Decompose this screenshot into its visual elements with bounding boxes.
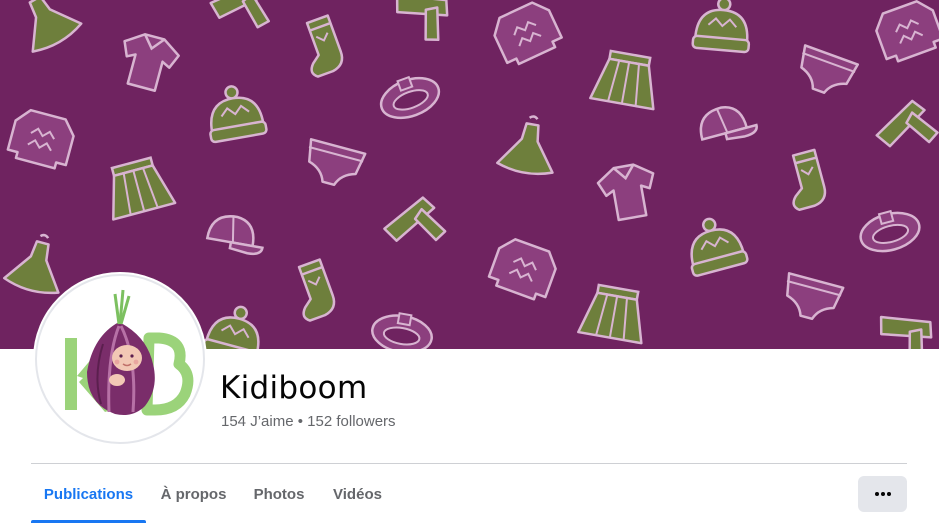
- likes-count[interactable]: 154 J’aime: [221, 413, 294, 430]
- profile-picture[interactable]: [35, 274, 205, 444]
- tab-photos[interactable]: Photos: [240, 464, 318, 523]
- page-stats: 154 J’aime • 152 followers: [221, 413, 396, 430]
- more-horizontal-icon: [874, 492, 891, 496]
- kidiboom-logo: [65, 289, 194, 416]
- tab-a-propos[interactable]: À propos: [147, 464, 240, 523]
- stats-separator: •: [297, 413, 303, 430]
- tab-videos[interactable]: Vidéos: [318, 464, 397, 523]
- page-title: Kidiboom: [220, 370, 368, 406]
- more-options-button[interactable]: [858, 476, 907, 512]
- tab-publications[interactable]: Publications: [31, 464, 146, 523]
- followers-count[interactable]: 152 followers: [307, 413, 395, 430]
